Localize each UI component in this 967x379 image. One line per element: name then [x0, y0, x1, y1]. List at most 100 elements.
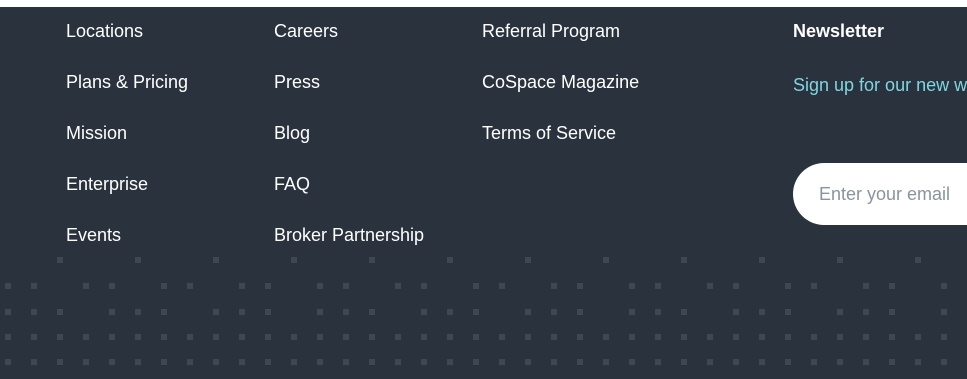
footer-link-locations[interactable]: Locations	[66, 21, 143, 41]
pattern-dot	[31, 309, 37, 315]
pattern-dot	[863, 359, 869, 365]
pattern-dot	[5, 359, 11, 365]
footer-column-3: Referral Program CoSpace Magazine Terms …	[482, 20, 639, 173]
pattern-dot	[317, 359, 323, 365]
pattern-dot	[759, 309, 765, 315]
pattern-dot	[109, 309, 115, 315]
pattern-dot	[395, 359, 401, 365]
pattern-dot	[733, 309, 739, 315]
pattern-dot	[551, 283, 557, 289]
pattern-dot	[837, 257, 843, 263]
pattern-dot	[629, 309, 635, 315]
footer-link-plans-pricing[interactable]: Plans & Pricing	[66, 72, 188, 92]
pattern-dot	[577, 334, 583, 340]
footer-link-careers[interactable]: Careers	[274, 21, 338, 41]
pattern-dot	[889, 309, 895, 315]
pattern-dot	[863, 309, 869, 315]
pattern-dot	[109, 283, 115, 289]
pattern-dot	[889, 334, 895, 340]
pattern-dot	[889, 283, 895, 289]
pattern-dot	[759, 257, 765, 263]
site-footer: Locations Plans & Pricing Mission Enterp…	[0, 7, 967, 379]
pattern-dot	[759, 334, 765, 340]
pattern-dot	[837, 334, 843, 340]
pattern-dot	[447, 257, 453, 263]
pattern-dot	[525, 359, 531, 365]
pattern-dot	[499, 359, 505, 365]
pattern-dot	[603, 334, 609, 340]
pattern-dot	[837, 309, 843, 315]
pattern-dot	[135, 359, 141, 365]
pattern-dot	[629, 359, 635, 365]
footer-link-enterprise[interactable]: Enterprise	[66, 174, 148, 194]
pattern-dot	[343, 283, 349, 289]
pattern-dot	[161, 283, 167, 289]
pattern-dot	[187, 334, 193, 340]
pattern-dot	[681, 309, 687, 315]
pattern-dot	[889, 359, 895, 365]
footer-link-events[interactable]: Events	[66, 225, 121, 245]
pattern-dot	[551, 334, 557, 340]
pattern-dot	[239, 359, 245, 365]
pattern-dot	[265, 359, 271, 365]
pattern-dot	[499, 283, 505, 289]
pattern-dot	[291, 359, 297, 365]
pattern-dot	[31, 283, 37, 289]
newsletter-email-input[interactable]	[793, 163, 967, 225]
pattern-dot	[733, 334, 739, 340]
pattern-dot	[265, 309, 271, 315]
footer-link-faq[interactable]: FAQ	[274, 174, 310, 194]
pattern-dot	[239, 309, 245, 315]
footer-link-broker-partnership[interactable]: Broker Partnership	[274, 225, 424, 245]
pattern-dot	[759, 359, 765, 365]
pattern-dot	[577, 359, 583, 365]
pattern-dot	[213, 334, 219, 340]
pattern-dot	[161, 309, 167, 315]
pattern-dot	[135, 309, 141, 315]
pattern-dot	[161, 334, 167, 340]
pattern-dot	[603, 359, 609, 365]
pattern-dot	[629, 283, 635, 289]
pattern-dot	[265, 283, 271, 289]
pattern-dot	[343, 359, 349, 365]
pattern-dot	[31, 334, 37, 340]
pattern-dot	[499, 334, 505, 340]
pattern-dot	[551, 309, 557, 315]
pattern-dot	[57, 257, 63, 263]
pattern-dot	[317, 334, 323, 340]
pattern-dot	[577, 283, 583, 289]
footer-link-mission[interactable]: Mission	[66, 123, 127, 143]
footer-column-1: Locations Plans & Pricing Mission Enterp…	[66, 20, 188, 275]
pattern-dot	[421, 359, 427, 365]
pattern-dot	[5, 334, 11, 340]
pattern-dot	[603, 257, 609, 263]
pattern-dot	[213, 257, 219, 263]
pattern-dot	[57, 309, 63, 315]
footer-link-referral-program[interactable]: Referral Program	[482, 21, 620, 41]
pattern-dot	[811, 359, 817, 365]
pattern-dot	[655, 359, 661, 365]
pattern-dot	[447, 309, 453, 315]
pattern-dot	[369, 309, 375, 315]
pattern-dot	[317, 309, 323, 315]
pattern-dot	[343, 334, 349, 340]
pattern-dot	[733, 359, 739, 365]
footer-link-terms-of-service[interactable]: Terms of Service	[482, 123, 616, 143]
pattern-dot	[135, 334, 141, 340]
pattern-dot	[863, 283, 869, 289]
footer-link-cospace-magazine[interactable]: CoSpace Magazine	[482, 72, 639, 92]
pattern-dot	[473, 309, 479, 315]
pattern-dot	[577, 309, 583, 315]
footer-link-blog[interactable]: Blog	[274, 123, 310, 143]
pattern-dot	[525, 334, 531, 340]
pattern-dot	[473, 359, 479, 365]
pattern-dot	[681, 334, 687, 340]
pattern-dot	[83, 359, 89, 365]
pattern-dot	[785, 309, 791, 315]
pattern-dot	[447, 334, 453, 340]
pattern-dot	[811, 283, 817, 289]
pattern-dot	[395, 334, 401, 340]
pattern-dot	[733, 283, 739, 289]
footer-link-press[interactable]: Press	[274, 72, 320, 92]
footer-column-2: Careers Press Blog FAQ Broker Partnershi…	[274, 20, 424, 275]
